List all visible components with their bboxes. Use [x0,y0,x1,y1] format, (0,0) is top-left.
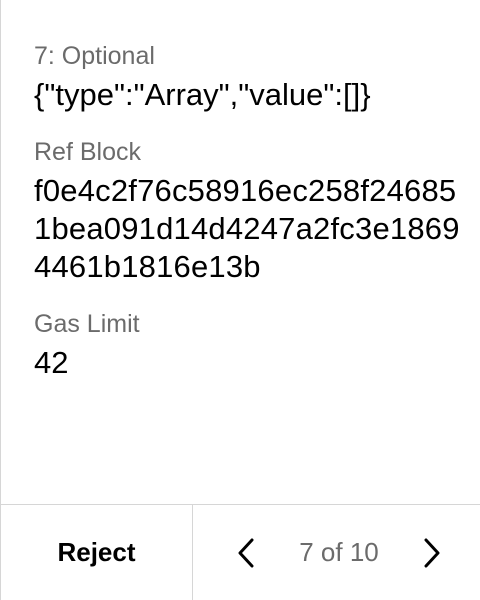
chevron-right-icon [424,538,440,567]
next-page-button[interactable] [419,533,445,573]
reject-button[interactable]: Reject [1,505,193,600]
field-value: {"type":"Array","value":[]} [34,77,371,112]
field-ref-block: Ref Block f0e4c2f76c58916ec258f246851bea… [34,136,464,286]
field-value: f0e4c2f76c58916ec258f246851bea091d14d424… [34,173,460,284]
fields-list: 7: Optional {"type":"Array","value":[]} … [34,40,464,404]
prev-page-button[interactable] [233,533,259,573]
field-label: Ref Block [34,138,141,166]
review-screen: 7: Optional {"type":"Array","value":[]} … [0,0,480,600]
field-optional-arg: 7: Optional {"type":"Array","value":[]} [34,40,464,114]
field-value: 42 [34,345,69,380]
field-gas-limit: Gas Limit 42 [34,308,464,382]
page-indicator: 7 of 10 [299,537,379,567]
chevron-left-icon [238,538,254,567]
pager: 7 of 10 [193,505,480,600]
field-label: Gas Limit [34,310,140,338]
field-label: 7: Optional [34,42,155,70]
footer-bar: Reject 7 of 10 [1,504,480,600]
